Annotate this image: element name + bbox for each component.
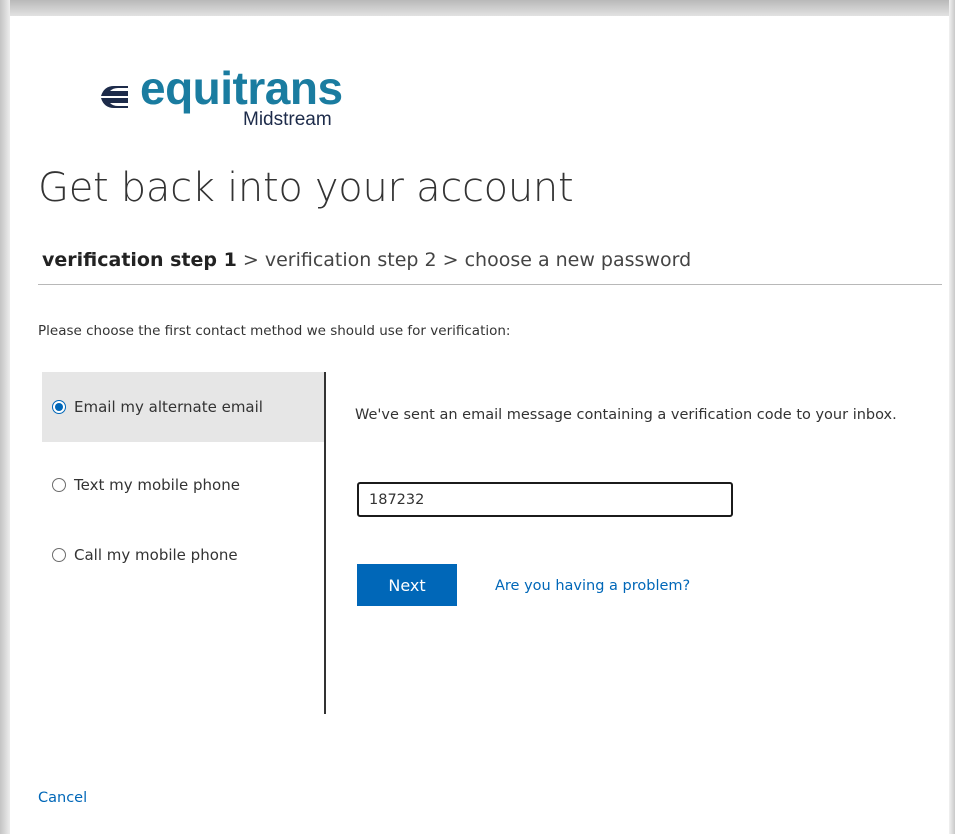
company-logo: equitrans Midstream — [100, 62, 400, 132]
window-right-edge — [949, 0, 955, 834]
logo-subtext: Midstream — [243, 109, 332, 130]
method-call[interactable]: Call my mobile phone — [42, 520, 324, 590]
breadcrumb-step-2: verification step 2 — [264, 249, 437, 271]
problem-link[interactable]: Are you having a problem? — [495, 576, 690, 596]
method-label: Text my mobile phone — [74, 476, 240, 494]
contact-method-list: Email my alternate email Text my mobile … — [42, 372, 326, 714]
verification-code-input[interactable] — [357, 482, 733, 517]
method-label: Call my mobile phone — [74, 546, 238, 564]
method-email[interactable]: Email my alternate email — [42, 372, 324, 442]
logo-wordmark: equitrans — [140, 62, 343, 114]
window-left-edge — [0, 0, 10, 834]
breadcrumb-separator: > — [236, 249, 265, 271]
breadcrumb-step-1: verification step 1 — [42, 249, 237, 271]
breadcrumb-step-3: choose a new password — [464, 249, 692, 271]
window-top-edge — [0, 0, 955, 16]
method-text[interactable]: Text my mobile phone — [42, 450, 324, 520]
cancel-link[interactable]: Cancel — [38, 788, 87, 808]
radio-unchecked-icon[interactable] — [52, 548, 66, 562]
email-sent-message: We've sent an email message containing a… — [355, 407, 897, 423]
instruction-text: Please choose the first contact method w… — [38, 323, 511, 339]
breadcrumb: verification step 1 > verification step … — [42, 246, 691, 274]
radio-checked-icon[interactable] — [52, 400, 66, 414]
equitrans-logo-mark-icon — [101, 86, 128, 108]
next-button[interactable]: Next — [357, 564, 457, 606]
method-label: Email my alternate email — [74, 398, 263, 416]
radio-unchecked-icon[interactable] — [52, 478, 66, 492]
header-divider — [38, 284, 942, 285]
page-title: Get back into your account — [38, 165, 574, 211]
breadcrumb-separator: > — [436, 249, 465, 271]
